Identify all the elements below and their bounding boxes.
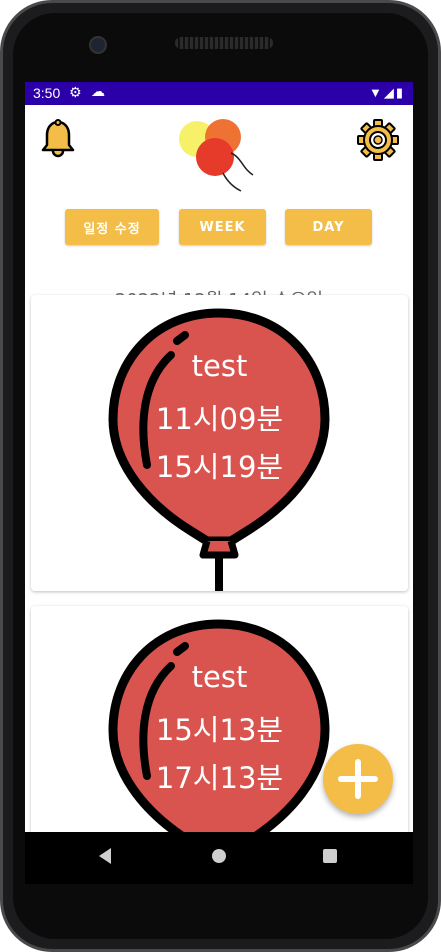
system-nav-bar	[25, 832, 413, 884]
status-signal-battery-icons: ▼◢▮	[368, 85, 405, 100]
status-time: 3:50	[33, 85, 61, 101]
edit-schedule-button[interactable]: 일정 수정	[65, 209, 159, 245]
earpiece-speaker	[175, 37, 273, 49]
back-icon[interactable]	[99, 848, 111, 864]
schedule-title: test	[191, 660, 248, 694]
schedule-card[interactable]: test 11시09분 15시19분	[31, 295, 408, 591]
balloon-icon	[108, 308, 330, 591]
week-view-button[interactable]: WEEK	[179, 209, 266, 245]
balloons-logo	[179, 119, 254, 192]
schedule-start-time: 11시09분	[155, 402, 284, 436]
add-schedule-button[interactable]	[323, 744, 393, 814]
schedule-end-time: 15시19분	[155, 450, 284, 484]
recent-apps-icon[interactable]	[323, 849, 337, 863]
gear-icon[interactable]	[357, 119, 399, 161]
front-camera	[89, 36, 107, 54]
status-gear-icon: ⚙	[69, 84, 82, 100]
home-icon[interactable]	[212, 849, 226, 863]
day-view-button[interactable]: DAY	[285, 209, 372, 245]
schedule-start-time: 15시13분	[155, 713, 284, 747]
schedule-title: test	[191, 349, 248, 383]
status-cloud-icon: ☁	[91, 83, 105, 99]
bell-icon[interactable]	[41, 119, 75, 159]
app-screen: 3:50 ⚙ ☁ ▼◢▮ 일정 수정 WEEK DAY test 11시09분 …	[25, 82, 413, 832]
app-header: 일정 수정 WEEK DAY 2022년 12월 14일 수요일	[25, 105, 413, 311]
status-bar: 3:50 ⚙ ☁ ▼◢▮	[25, 82, 413, 105]
